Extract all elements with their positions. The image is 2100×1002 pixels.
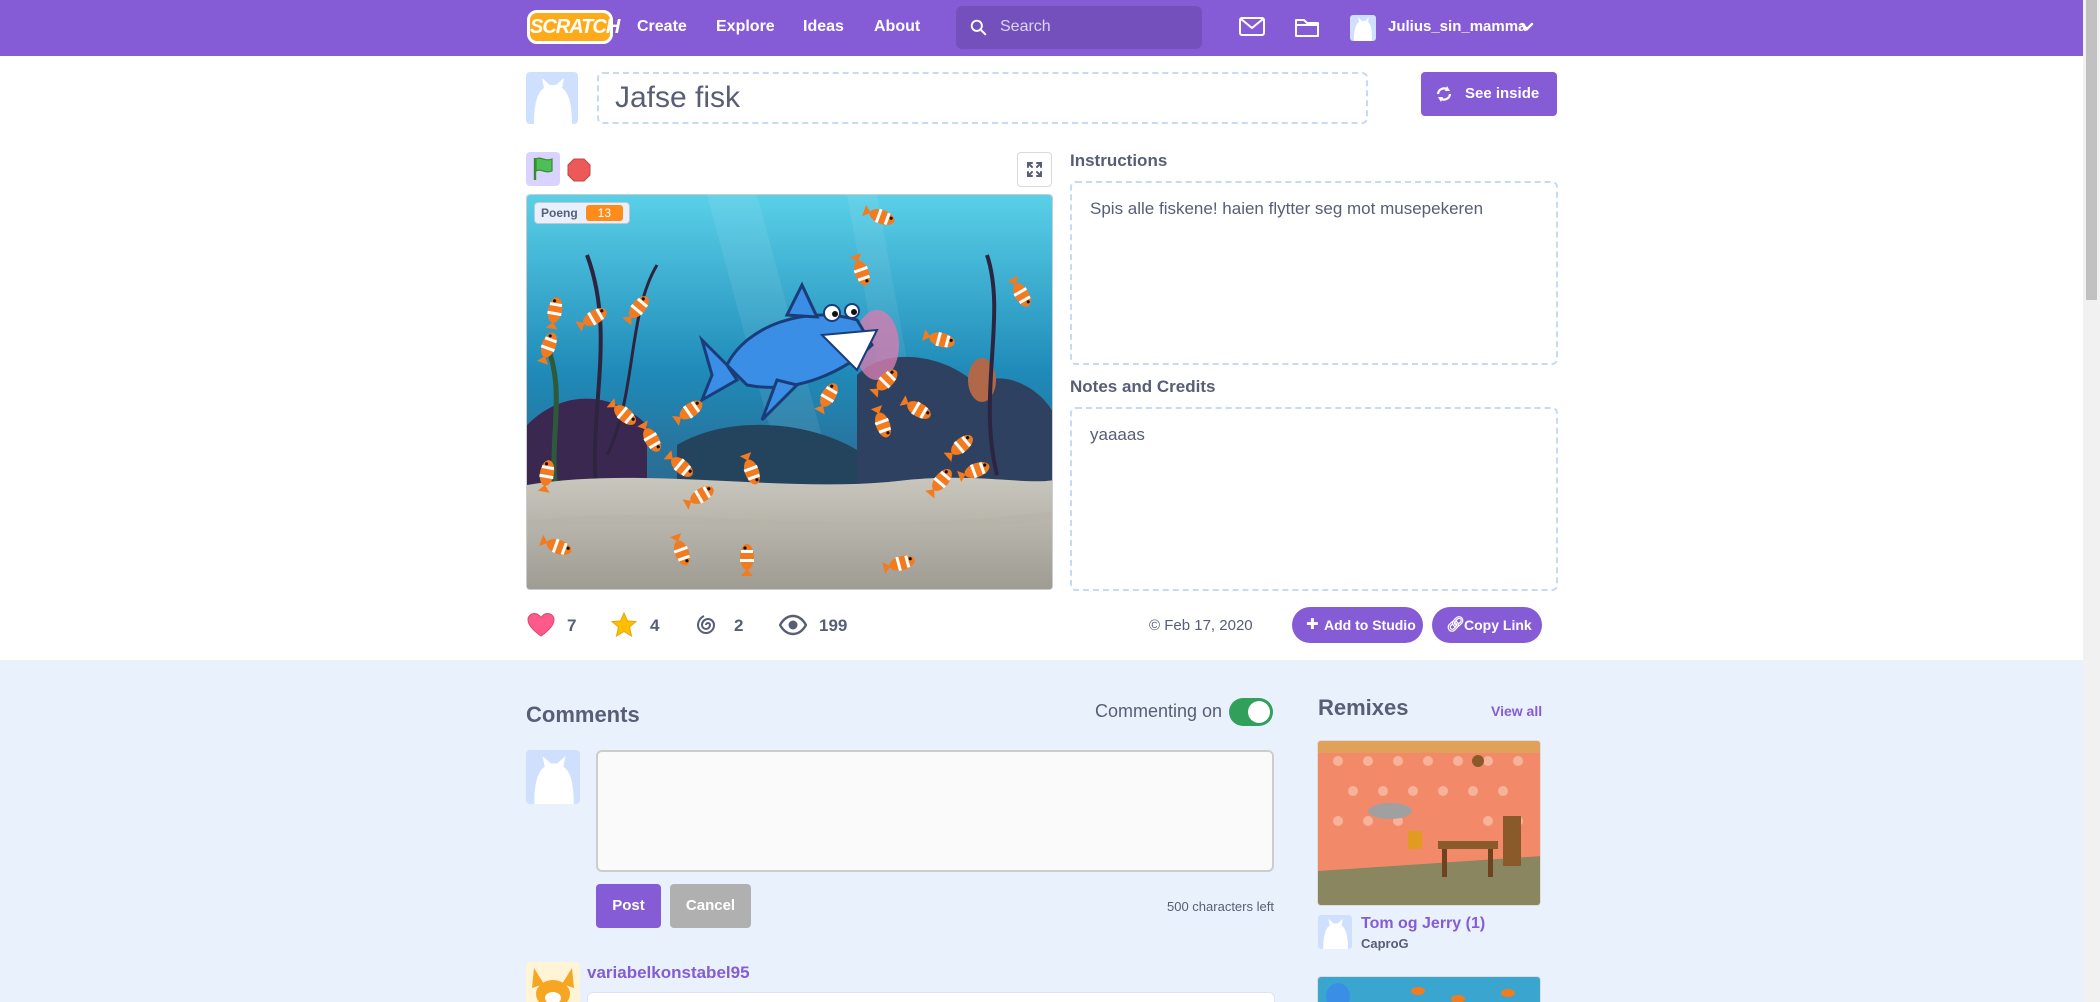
- remix-title[interactable]: Tom og Jerry (1): [1361, 915, 1485, 933]
- variable-value: 13: [585, 205, 624, 221]
- top-navigation-bar: SCRATCH Create Explore Ideas About Searc…: [0, 0, 2100, 56]
- commenting-toggle[interactable]: [1229, 698, 1273, 726]
- search-placeholder: Search: [1000, 18, 1051, 35]
- commenter-avatar[interactable]: [526, 962, 580, 1002]
- project-title-input[interactable]: Jafse fisk: [597, 72, 1368, 124]
- copy-link-button[interactable]: 🔗︎ Copy Link: [1432, 607, 1542, 643]
- remix-count: 2: [734, 616, 744, 635]
- search-icon: [970, 19, 987, 36]
- scratch-logo[interactable]: SCRATCH: [527, 10, 620, 44]
- share-date: © Feb 17, 2020: [1149, 617, 1253, 634]
- folder-icon[interactable]: [1293, 15, 1321, 39]
- nav-create-link[interactable]: Create: [637, 0, 687, 56]
- love-count: 7: [567, 616, 577, 635]
- project-owner-avatar[interactable]: [526, 72, 578, 124]
- fullscreen-icon: [1027, 162, 1042, 177]
- notes-textarea[interactable]: yaaaas: [1070, 407, 1558, 591]
- mail-icon[interactable]: [1238, 15, 1266, 39]
- plus-icon: ✚: [1306, 616, 1319, 633]
- instructions-textarea[interactable]: Spis alle fiskene! haien flytter seg mot…: [1070, 181, 1558, 365]
- commenting-status-label: Commenting on: [1095, 701, 1223, 721]
- comment-bubble: [587, 992, 1275, 1002]
- scrollbar-thumb[interactable]: [2086, 0, 2097, 300]
- remix-swirl-icon: [696, 615, 716, 634]
- nav-ideas-link[interactable]: Ideas: [803, 0, 844, 56]
- remix-arrows-icon: [1436, 86, 1452, 102]
- cancel-button[interactable]: Cancel: [670, 884, 751, 928]
- nav-explore-link[interactable]: Explore: [716, 0, 775, 56]
- current-user-avatar: [526, 750, 580, 804]
- copy-link-label: Copy Link: [1464, 617, 1532, 633]
- page-scrollbar[interactable]: [2083, 0, 2100, 1002]
- green-flag-button[interactable]: [526, 152, 560, 186]
- comment-textarea[interactable]: [596, 750, 1274, 872]
- stop-icon[interactable]: [567, 158, 591, 182]
- project-stage[interactable]: [526, 194, 1053, 590]
- stage-canvas: [527, 195, 1052, 589]
- variable-name: Poeng: [541, 206, 578, 220]
- search-input[interactable]: Search: [956, 6, 1202, 49]
- green-flag-icon: [533, 157, 553, 180]
- add-to-studio-label: Add to Studio: [1324, 617, 1416, 633]
- favorite-count: 4: [650, 616, 660, 635]
- heart-icon: [527, 612, 555, 637]
- characters-left-counter: 500 characters left: [1167, 899, 1274, 914]
- nav-about-link[interactable]: About: [874, 0, 920, 56]
- views-count: 199: [819, 616, 848, 635]
- post-button[interactable]: Post: [596, 884, 661, 928]
- user-avatar[interactable]: [1350, 15, 1376, 41]
- notes-label: Notes and Credits: [1070, 377, 1216, 396]
- link-icon: 🔗︎: [1446, 616, 1466, 633]
- fullscreen-button[interactable]: [1017, 152, 1052, 187]
- instructions-label: Instructions: [1070, 151, 1168, 170]
- see-inside-label: See inside: [1465, 85, 1540, 102]
- remixes-heading: Remixes: [1318, 695, 1409, 720]
- variable-monitor: Poeng 13: [534, 202, 631, 224]
- chevron-down-icon[interactable]: [1520, 20, 1534, 34]
- star-icon: [610, 612, 638, 638]
- view-all-remixes-link[interactable]: View all: [1491, 703, 1542, 719]
- remix-author-avatar[interactable]: [1318, 915, 1352, 949]
- see-inside-button[interactable]: See inside: [1421, 72, 1557, 116]
- remix-thumbnail[interactable]: [1317, 976, 1541, 1002]
- username[interactable]: Julius_sin_mamma: [1388, 18, 1526, 35]
- commenter-username[interactable]: variabelkonstabel95: [587, 963, 750, 983]
- add-to-studio-button[interactable]: ✚ Add to Studio: [1292, 607, 1423, 643]
- share-date-value: Feb 17, 2020: [1164, 617, 1253, 634]
- toggle-knob: [1248, 701, 1270, 723]
- remix-author[interactable]: CaproG: [1361, 936, 1409, 951]
- comments-heading: Comments: [526, 702, 640, 727]
- remix-thumbnail[interactable]: [1317, 740, 1541, 906]
- eye-icon: [779, 614, 807, 636]
